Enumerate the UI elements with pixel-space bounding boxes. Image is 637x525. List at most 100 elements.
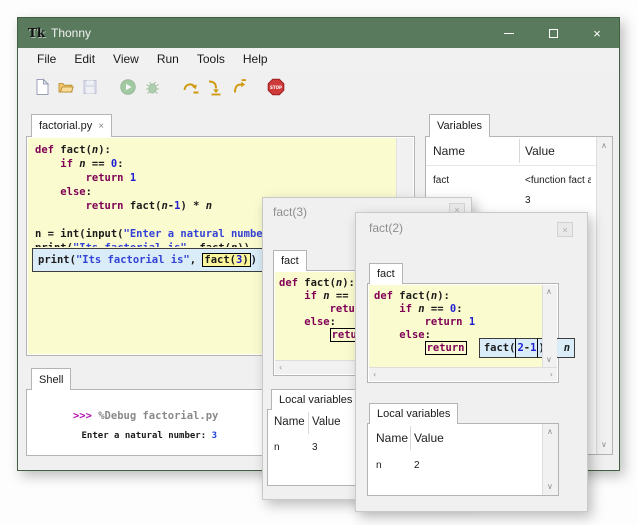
fact2-window-title: fact(2) xyxy=(369,221,403,235)
fact2-vertical-scrollbar[interactable]: ∧ ∨ xyxy=(542,285,557,367)
run-script-button[interactable] xyxy=(116,75,140,99)
close-icon: × xyxy=(562,225,567,235)
fact2-window: fact(2) × fact def fact(n): if n == 0: r… xyxy=(355,212,588,512)
code-line: return 1 xyxy=(374,316,542,329)
fact2-tab-fact[interactable]: fact xyxy=(369,263,403,284)
code-line: return 1 xyxy=(35,171,396,185)
code-line: if n == 0: xyxy=(374,303,542,316)
menu-view[interactable]: View xyxy=(104,49,148,69)
fact2-horizontal-scrollbar[interactable]: ‹ › xyxy=(369,367,557,381)
header-divider xyxy=(426,165,596,166)
editor-tab-label: factorial.py xyxy=(39,120,92,132)
code-line-with-eval-box: return fact(2-1) * n xyxy=(374,342,542,355)
app-icon: Tk xyxy=(28,25,44,41)
new-file-button[interactable] xyxy=(30,75,54,99)
fact3-tab-fact[interactable]: fact xyxy=(273,250,307,271)
variable-value[interactable]: 3 xyxy=(525,195,531,206)
minimize-button[interactable] xyxy=(487,18,531,48)
tab-factorial-py[interactable]: factorial.py × xyxy=(31,114,112,137)
menu-help[interactable]: Help xyxy=(234,49,277,69)
scroll-down-icon[interactable]: ∨ xyxy=(546,356,552,364)
variable-name[interactable]: fact xyxy=(433,175,449,186)
locals-col-value[interactable]: Value xyxy=(414,431,444,445)
fact2-locals-frame: Name Value n 2 ∧ ∨ xyxy=(367,423,559,496)
scroll-down-icon[interactable]: ∨ xyxy=(547,483,553,491)
toolbar: STOP xyxy=(18,70,619,104)
step-out-button[interactable] xyxy=(226,75,250,99)
open-folder-icon xyxy=(57,78,75,96)
close-button[interactable]: × xyxy=(575,18,619,48)
editor-tab-close-icon[interactable]: × xyxy=(98,121,104,132)
variables-col-value[interactable]: Value xyxy=(525,144,555,158)
variable-value[interactable]: <function fact a xyxy=(525,175,591,186)
maximize-button[interactable] xyxy=(531,18,575,48)
fact3-tab-label: fact xyxy=(281,255,299,267)
code-line: def fact(n): xyxy=(374,290,542,303)
open-file-button[interactable] xyxy=(54,75,78,99)
locals-col-value[interactable]: Value xyxy=(312,416,341,428)
tab-variables[interactable]: Variables xyxy=(429,114,490,137)
locals-col-name[interactable]: Name xyxy=(274,416,305,428)
code-line: if n == 0: xyxy=(35,157,396,171)
debug-script-button[interactable] xyxy=(140,75,164,99)
menu-bar: File Edit View Run Tools Help xyxy=(18,48,619,70)
run-play-icon xyxy=(119,78,137,96)
minimize-icon xyxy=(504,33,514,34)
scroll-left-icon[interactable]: ‹ xyxy=(279,364,282,372)
titlebar[interactable]: Tk Thonny × xyxy=(18,18,619,48)
shell-output: Enter a natural number: xyxy=(82,431,212,441)
column-divider[interactable] xyxy=(308,412,309,434)
fact2-locals-tab[interactable]: Local variables xyxy=(369,403,458,424)
fact2-tab-label: fact xyxy=(377,268,395,280)
local-variable-name[interactable]: n xyxy=(274,442,280,453)
stop-sign-icon: STOP xyxy=(267,78,285,96)
fact2-locals-scrollbar[interactable]: ∧ ∨ xyxy=(542,424,558,495)
save-file-button[interactable] xyxy=(78,75,102,99)
menu-tools[interactable]: Tools xyxy=(188,49,234,69)
menu-run[interactable]: Run xyxy=(148,49,188,69)
local-variable-value[interactable]: 3 xyxy=(312,442,318,453)
new-file-icon xyxy=(33,78,51,96)
fact2-locals-label: Local variables xyxy=(377,408,450,420)
column-divider[interactable] xyxy=(519,139,520,163)
save-disk-icon xyxy=(81,78,99,96)
shell-input-echo: 3 xyxy=(212,431,217,441)
focused-statement: print("Its factorial is", fact(3)) xyxy=(38,253,257,267)
variables-tab-label: Variables xyxy=(437,120,482,132)
tab-shell[interactable]: Shell xyxy=(31,368,71,390)
close-icon: × xyxy=(593,27,601,40)
locals-col-name[interactable]: Name xyxy=(376,431,408,445)
menu-file[interactable]: File xyxy=(28,49,65,69)
code-line: def fact(n): xyxy=(35,143,396,157)
fact2-code-frame: def fact(n): if n == 0: return 1 else: r… xyxy=(367,283,559,383)
fact3-window-title: fact(3) xyxy=(273,205,307,219)
debug-bug-icon xyxy=(143,78,161,96)
variables-scrollbar[interactable]: ∧ ∨ xyxy=(596,137,612,454)
shell-output-line: Enter a natural number: 3 xyxy=(49,421,217,451)
current-statement-box: print("Its factorial is", fact(3)) xyxy=(32,248,263,272)
maximize-icon xyxy=(549,29,558,38)
column-divider[interactable] xyxy=(410,426,411,450)
variables-col-name[interactable]: Name xyxy=(433,144,465,158)
local-variable-value[interactable]: 2 xyxy=(414,460,420,471)
stop-button[interactable]: STOP xyxy=(264,75,288,99)
window-title: Thonny xyxy=(51,26,91,40)
fact3-locals-label: Local variables xyxy=(279,394,352,406)
step-over-button[interactable] xyxy=(178,75,202,99)
scroll-up-icon[interactable]: ∧ xyxy=(547,428,553,436)
step-out-icon xyxy=(229,78,247,96)
menu-edit[interactable]: Edit xyxy=(65,49,104,69)
scroll-left-icon[interactable]: ‹ xyxy=(373,371,376,379)
shell-tab-label: Shell xyxy=(39,374,63,386)
scroll-right-icon[interactable]: › xyxy=(550,371,553,379)
scroll-up-icon[interactable]: ∧ xyxy=(546,288,552,296)
scroll-up-icon[interactable]: ∧ xyxy=(601,142,607,150)
fact2-close-button[interactable]: × xyxy=(557,222,573,237)
svg-text:STOP: STOP xyxy=(270,85,282,90)
local-variable-name[interactable]: n xyxy=(376,460,382,471)
scroll-down-icon[interactable]: ∨ xyxy=(601,441,607,449)
step-into-button[interactable] xyxy=(202,75,226,99)
fact2-code-area[interactable]: def fact(n): if n == 0: return 1 else: r… xyxy=(369,285,542,367)
step-into-icon xyxy=(205,78,223,96)
fact3-locals-tab[interactable]: Local variables xyxy=(271,389,360,410)
